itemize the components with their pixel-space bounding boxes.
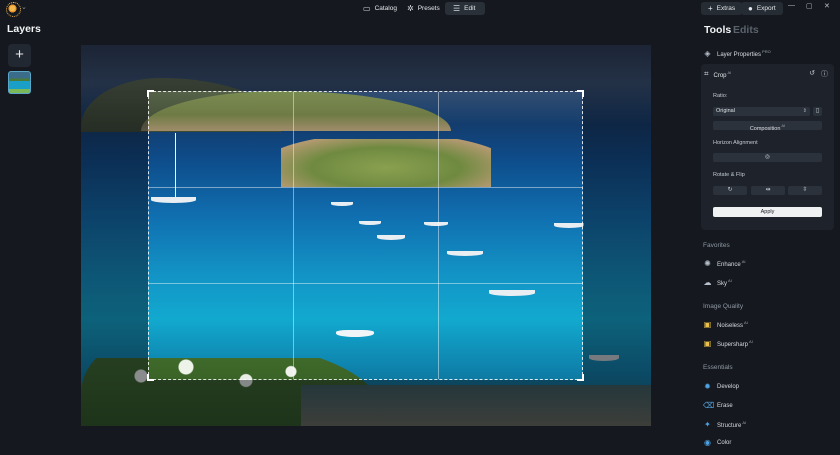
crop-mask (81, 380, 651, 426)
image-quality-item-supersharp[interactable]: ▣ SupersharpAI (703, 339, 753, 348)
info-icon[interactable]: ⓘ (821, 69, 828, 79)
add-layer-button[interactable]: + (8, 44, 31, 67)
cloud-icon: ☁ (703, 278, 712, 287)
enhance-icon: ✺ (704, 259, 711, 268)
crop-grid-line (438, 92, 439, 379)
flip-vertical-icon: ⇳ (802, 187, 808, 193)
flip-horizontal-button[interactable]: ⇹ (751, 186, 785, 195)
tab-presets[interactable]: ✲ Presets (399, 2, 448, 15)
rotate-icon: ↻ (727, 187, 733, 193)
essentials-item-develop[interactable]: ✹ Develop (703, 382, 739, 391)
layers-icon: ◈ (704, 49, 711, 58)
layer-thumbnail[interactable] (8, 71, 31, 94)
sliders-icon: ☰ (453, 4, 461, 13)
essentials-item-color[interactable]: ◉ Color (703, 438, 731, 447)
crop-handle-top-left[interactable] (147, 90, 154, 97)
maximize-icon[interactable]: ▢ (806, 2, 813, 10)
orientation-icon: ▯ (815, 108, 820, 114)
edits-tab[interactable]: Edits (733, 24, 759, 36)
folder-icon: ▭ (363, 4, 371, 13)
export-label: Export (756, 5, 776, 12)
orientation-button[interactable]: ▯ (813, 107, 822, 116)
image-quality-section-label: Image Quality (703, 303, 744, 310)
extras-button[interactable]: + Extras (701, 2, 743, 15)
favorites-item-sky[interactable]: ☁ SkyAI (703, 278, 732, 287)
horizon-icon: ◎ (765, 154, 770, 160)
layers-title: Layers (7, 23, 41, 35)
noiseless-label: NoiselessAI (717, 320, 748, 329)
color-icon: ◉ (704, 438, 711, 447)
crop-label: CropAI (713, 69, 732, 79)
extras-label: Extras (716, 5, 736, 12)
crop-mask (583, 91, 651, 380)
essentials-item-erase[interactable]: ⌫ Erase (703, 401, 733, 410)
structure-icon: ✦ (704, 420, 711, 429)
erase-icon: ⌫ (703, 401, 715, 410)
tools-tab[interactable]: Tools (704, 24, 731, 36)
close-icon[interactable]: ✕ (824, 2, 830, 10)
crop-panel: ⌗ CropAI ↺ ⓘ Ratio: Original ⇕ ▯ Composi… (701, 64, 834, 230)
develop-icon: ✹ (704, 382, 711, 391)
chevron-updown-icon: ⇕ (802, 108, 807, 114)
horizon-alignment-label: Horizon Alignment (713, 140, 758, 146)
photo-canvas[interactable] (81, 45, 651, 426)
crop-icon: ⌗ (704, 69, 709, 78)
top-bar: ⌄ ▭ Catalog ✲ Presets ☰ Edit + Extras ● … (0, 0, 840, 17)
app-logo-icon[interactable] (6, 2, 21, 17)
rotate-button[interactable]: ↻ (713, 186, 747, 195)
composition-button[interactable]: CompositionAI (713, 121, 822, 132)
sky-label: SkyAI (717, 278, 732, 287)
color-label: Color (717, 439, 732, 446)
layer-properties-item[interactable]: ◈ Layer PropertiesPRO (703, 49, 771, 58)
plus-icon: + (708, 4, 713, 13)
crop-grid-line (149, 187, 582, 188)
export-icon: ● (748, 4, 753, 13)
noiseless-icon: ▣ (703, 320, 712, 329)
tab-presets-label: Presets (417, 5, 440, 12)
minimize-icon[interactable]: — (788, 2, 795, 9)
structure-label: StructureAI (717, 420, 747, 429)
crop-header[interactable]: ⌗ CropAI (704, 69, 731, 79)
tab-catalog[interactable]: ▭ Catalog (355, 2, 405, 15)
rotate-flip-label: Rotate & Flip (713, 172, 745, 178)
crop-mask (81, 91, 148, 380)
ratio-select[interactable]: Original ⇕ (713, 107, 810, 116)
export-button[interactable]: ● Export (741, 2, 783, 15)
ratio-value: Original (716, 108, 735, 114)
crop-frame[interactable] (147, 90, 584, 381)
favorites-item-enhance[interactable]: ✺ EnhanceAI (703, 259, 745, 268)
layer-properties-label: Layer PropertiesPRO (717, 49, 771, 58)
flip-vertical-button[interactable]: ⇳ (788, 186, 822, 195)
supersharp-label: SupersharpAI (717, 339, 753, 348)
crop-handle-top-right[interactable] (577, 90, 584, 97)
reset-icon[interactable]: ↺ (809, 69, 815, 79)
tab-edit-label: Edit (464, 5, 476, 12)
tab-catalog-label: Catalog (374, 5, 397, 12)
crop-grid-line (293, 92, 294, 379)
presets-icon: ✲ (407, 4, 414, 13)
horizon-alignment-button[interactable]: ◎ (713, 153, 822, 162)
erase-label: Erase (717, 402, 733, 409)
ratio-label: Ratio: (713, 93, 728, 99)
tab-edit[interactable]: ☰ Edit (445, 2, 485, 15)
crop-handle-bottom-left[interactable] (147, 374, 154, 381)
essentials-section-label: Essentials (703, 364, 733, 371)
essentials-item-structure[interactable]: ✦ StructureAI (703, 420, 746, 429)
crop-mask (81, 45, 651, 91)
develop-label: Develop (717, 383, 740, 390)
flip-horizontal-icon: ⇹ (765, 187, 771, 193)
crop-actions: ↺ ⓘ (809, 69, 828, 79)
crop-handle-bottom-right[interactable] (577, 374, 584, 381)
supersharp-icon: ▣ (703, 339, 712, 348)
chevron-down-icon[interactable]: ⌄ (21, 3, 27, 11)
image-quality-item-noiseless[interactable]: ▣ NoiselessAI (703, 320, 748, 329)
crop-grid-line (149, 283, 582, 284)
apply-button[interactable]: Apply (713, 207, 822, 217)
enhance-label: EnhanceAI (717, 259, 746, 268)
favorites-section-label: Favorites (703, 242, 730, 249)
